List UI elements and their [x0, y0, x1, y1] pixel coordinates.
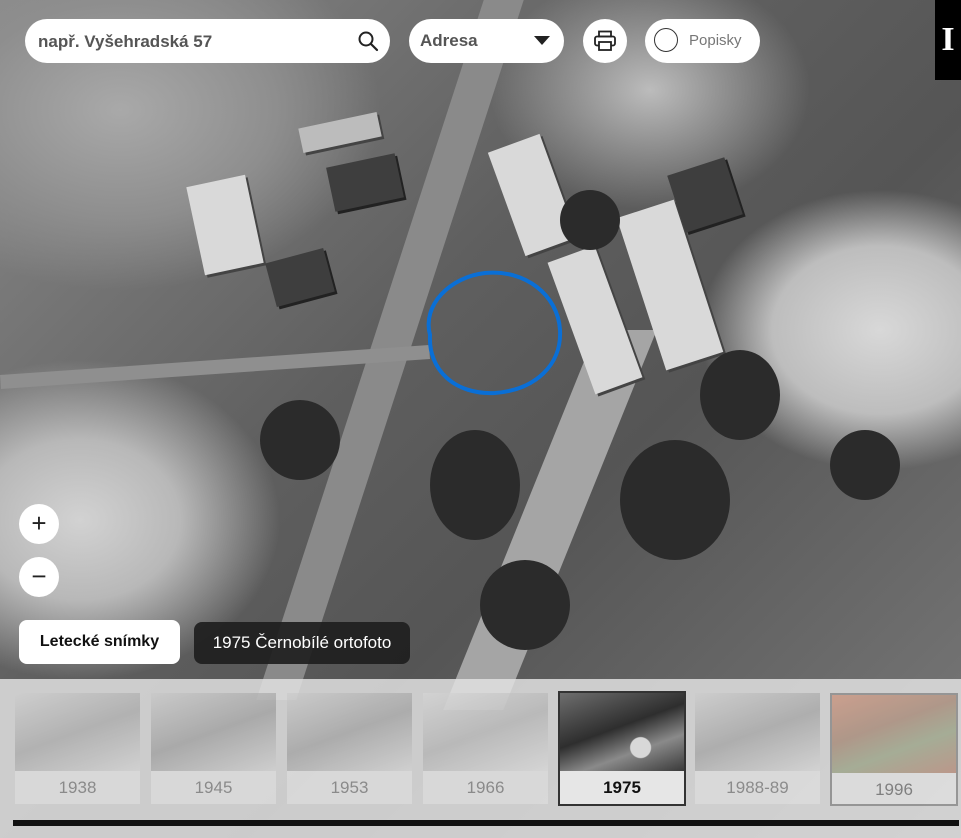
zoom-out-button[interactable]: − [19, 557, 59, 597]
map-building [487, 133, 578, 257]
search-icon[interactable] [356, 29, 380, 53]
map-tree [700, 350, 780, 440]
zoom-in-button[interactable]: + [19, 504, 59, 544]
timeline-year: 1975 [560, 771, 684, 804]
timeline-item-1953[interactable]: 1953 [287, 693, 412, 806]
timeline-thumbnail [423, 693, 548, 771]
map-building [265, 248, 335, 307]
timeline-item-1988-89[interactable]: 1988-89 [695, 693, 820, 806]
timeline-year: 1996 [832, 773, 956, 804]
map-tree [830, 430, 900, 500]
map-tree [260, 400, 340, 480]
timeline-thumbnail [15, 693, 140, 771]
timeline-thumbnail [151, 693, 276, 771]
search-box [25, 19, 390, 65]
aerial-layers-button[interactable]: Letecké snímky [19, 620, 180, 664]
timeline-scrollbar[interactable] [13, 820, 959, 826]
timeline-thumbnail [560, 693, 684, 771]
labels-toggle-label: Popisky [689, 32, 742, 49]
search-input[interactable] [36, 19, 350, 65]
timeline-item-1996[interactable]: 1996 [830, 693, 958, 806]
timeline-thumbnail [287, 693, 412, 771]
timeline-year: 1953 [287, 771, 412, 804]
timeline-thumbnail [695, 693, 820, 771]
timeline-thumbnail [832, 695, 956, 773]
timeline-item-1945[interactable]: 1945 [151, 693, 276, 806]
timeline-item-1938[interactable]: 1938 [15, 693, 140, 806]
map-tree [480, 560, 570, 650]
logo[interactable]: I [935, 0, 961, 80]
printer-icon [594, 30, 616, 51]
map-building [326, 153, 404, 212]
timeline-year: 1938 [15, 771, 140, 804]
map-tree [560, 190, 620, 250]
search-type-select[interactable]: Adresa [409, 19, 564, 63]
location-highlight [426, 270, 563, 396]
timeline-year: 1945 [151, 771, 276, 804]
timeline-year: 1966 [423, 771, 548, 804]
map-building [298, 111, 382, 154]
location-highlight-ring [426, 270, 563, 396]
timeline-item-1975[interactable]: 1975 [558, 691, 686, 806]
map-tree [620, 440, 730, 560]
search-type-value: Adresa [420, 31, 478, 50]
timeline-year: 1988-89 [695, 771, 820, 804]
current-layer-label: 1975 Černobílé ortofoto [194, 622, 410, 664]
print-button[interactable] [583, 19, 627, 63]
map-tree [430, 430, 520, 540]
labels-toggle[interactable]: Popisky [645, 19, 760, 63]
timeline-item-1966[interactable]: 1966 [423, 693, 548, 806]
chevron-down-icon [534, 36, 550, 45]
map-building [186, 174, 264, 276]
radio-circle-icon[interactable] [654, 28, 678, 52]
